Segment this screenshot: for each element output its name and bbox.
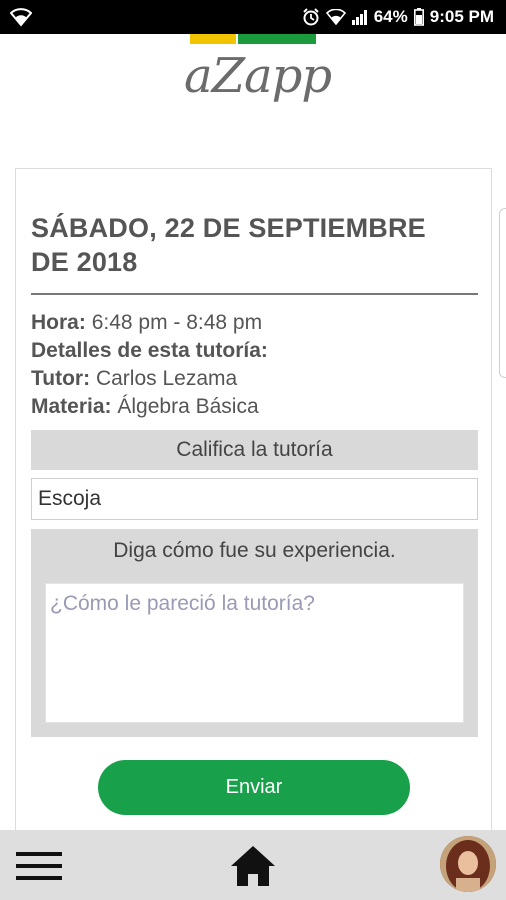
rate-header: Califica la tutoría <box>31 430 478 470</box>
hora-row: Hora: 6:48 pm - 8:48 pm <box>31 309 268 337</box>
materia-row: Materia: Álgebra Básica <box>31 393 268 421</box>
experience-textarea[interactable]: ¿Cómo le pareció la tutoría? <box>45 583 464 723</box>
signal-icon <box>351 9 368 25</box>
clock-time: 9:05 PM <box>429 7 494 26</box>
submit-button[interactable]: Enviar <box>98 760 410 815</box>
divider <box>31 293 478 295</box>
wifi-icon <box>9 7 33 32</box>
logo-text: aZapp <box>184 48 332 104</box>
hora-value: 6:48 pm - 8:48 pm <box>91 311 263 334</box>
hora-label: Hora: <box>31 311 86 334</box>
session-details: Hora: 6:48 pm - 8:48 pm Detalles de esta… <box>31 309 268 421</box>
details-heading-row: Detalles de esta tutoría: <box>31 337 268 365</box>
wifi-icon <box>325 9 346 25</box>
app-logo: aZapp <box>180 34 332 124</box>
details-label: Detalles de esta tutoría: <box>31 339 268 362</box>
tutor-row: Tutor: Carlos Lezama <box>31 365 268 393</box>
logo-bar-yellow <box>190 34 236 44</box>
battery-icon <box>413 8 424 26</box>
experience-label: Diga cómo fue su experiencia. <box>113 539 396 562</box>
rating-select[interactable]: Escoja <box>31 478 478 520</box>
home-icon[interactable] <box>229 844 277 888</box>
logo-bar-green <box>238 34 316 44</box>
tutoring-card: SÁBADO, 22 DE SEPTIEMBRE DE 2018 Hora: 6… <box>15 168 492 838</box>
materia-label: Materia: <box>31 395 112 418</box>
bottom-nav <box>0 830 506 900</box>
alarm-icon <box>302 8 320 26</box>
status-bar: 64% 9:05 PM <box>0 0 506 34</box>
avatar[interactable] <box>440 836 496 892</box>
battery-percent: 64% <box>373 7 408 26</box>
materia-value: Álgebra Básica <box>117 395 259 418</box>
tutor-label: Tutor: <box>31 367 91 390</box>
experience-section: Diga cómo fue su experiencia. ¿Cómo le p… <box>31 529 478 737</box>
menu-icon[interactable] <box>16 852 62 882</box>
tutor-value: Carlos Lezama <box>95 367 238 390</box>
session-date-title: SÁBADO, 22 DE SEPTIEMBRE DE 2018 <box>31 213 426 277</box>
side-drawer-tab[interactable] <box>499 208 506 378</box>
